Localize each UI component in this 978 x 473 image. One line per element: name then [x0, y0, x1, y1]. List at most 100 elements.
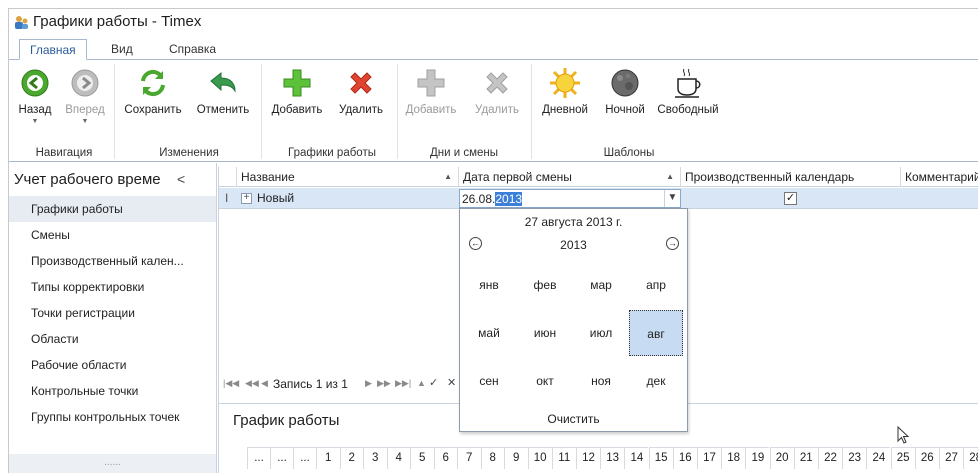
day-template-label: Дневной — [542, 104, 588, 116]
month-sep[interactable]: сен — [462, 358, 516, 404]
column-date-label: Дата первой смены — [463, 170, 572, 184]
night-template-label: Ночной — [605, 104, 645, 116]
save-label: Сохранить — [124, 104, 182, 116]
add-schedule-button[interactable]: Добавить — [267, 66, 327, 116]
day-header-cell: 19 — [745, 447, 770, 469]
nav-item-schedules[interactable]: Графики работы — [9, 196, 216, 222]
add-schedule-label: Добавить — [271, 104, 323, 116]
date-editor[interactable]: 26.08.2013 ▼ — [459, 189, 681, 208]
nav-item-correction-types[interactable]: Типы корректировки — [9, 274, 216, 300]
chevron-down-icon: ▼ — [81, 118, 89, 125]
column-header-production-calendar[interactable]: Производственный календарь — [681, 167, 901, 187]
next-record-icon[interactable]: ▶ — [365, 378, 372, 389]
tab-help[interactable]: Справка — [159, 39, 226, 60]
group-separator — [531, 64, 532, 159]
expand-icon[interactable]: + — [241, 193, 252, 204]
day-header-cell: 9 — [504, 447, 528, 469]
grid-header: Название ▲ Дата первой смены ▲ Производс… — [219, 167, 978, 187]
column-name-label: Название — [241, 170, 295, 184]
column-header-name[interactable]: Название ▲ — [237, 167, 459, 187]
prev-record-icon[interactable]: ◀ — [261, 378, 268, 389]
month-dec[interactable]: дек — [629, 358, 683, 404]
month-jul[interactable]: июл — [574, 310, 628, 356]
title-bar: Графики работы - Timex — [9, 9, 978, 36]
sun-icon — [548, 66, 582, 100]
add-day-button[interactable]: Добавить — [401, 66, 461, 116]
prev-page-icon[interactable]: ◀◀ — [245, 378, 259, 389]
last-record-icon[interactable]: ▶▶| — [395, 378, 411, 389]
save-button[interactable]: Сохранить — [121, 66, 185, 116]
nav-splitter-grip[interactable]: ...... — [9, 454, 216, 473]
free-template-button[interactable]: Свободный — [655, 66, 721, 116]
day-header-cell: 23 — [842, 447, 867, 469]
day-header-cell: 8 — [480, 447, 504, 469]
back-button[interactable]: Назад ▼ — [13, 66, 57, 125]
first-record-icon[interactable]: |◀◀ — [223, 378, 239, 389]
delete-day-label: Удалить — [475, 104, 519, 116]
clear-button[interactable]: Очистить — [460, 412, 687, 426]
nav-header-title: Учет рабочего време — [14, 171, 161, 188]
cancel-edit-icon[interactable]: ✕ — [447, 376, 456, 389]
nav-item-work-areas[interactable]: Рабочие области — [9, 352, 216, 378]
day-header-cell: 26 — [914, 447, 939, 469]
day-header-cell: 22 — [817, 447, 843, 469]
cell-name[interactable]: Новый — [257, 191, 294, 205]
column-header-first-shift-date[interactable]: Дата первой смены ▲ — [459, 167, 681, 187]
nav-item-control-points[interactable]: Контрольные точки — [9, 378, 216, 404]
day-header-cell: 6 — [433, 447, 457, 469]
group-separator — [114, 64, 115, 159]
undo-label: Отменить — [196, 104, 250, 116]
next-year-icon[interactable]: → — [666, 237, 679, 250]
day-header-cell: 12 — [575, 447, 601, 469]
nav-item-registration-points[interactable]: Точки регистрации — [9, 300, 216, 326]
month-nov[interactable]: ноя — [574, 358, 628, 404]
day-template-button[interactable]: Дневной — [537, 66, 593, 116]
calendar-checkbox[interactable]: ✓ — [784, 192, 797, 205]
nav-item-shifts[interactable]: Смены — [9, 222, 216, 248]
month-jun[interactable]: июн — [518, 310, 572, 356]
collapse-icon[interactable]: < — [177, 171, 185, 187]
group-separator — [397, 64, 398, 159]
coffee-cup-icon — [671, 66, 705, 100]
month-oct[interactable]: окт — [518, 358, 572, 404]
group-separator — [261, 64, 262, 159]
month-apr[interactable]: апр — [629, 262, 683, 308]
x-icon — [480, 66, 514, 100]
day-header-cell: 18 — [721, 447, 746, 469]
append-icon[interactable]: ▲ — [417, 378, 426, 388]
group-label-changes: Изменения — [159, 147, 219, 159]
undo-icon — [206, 66, 240, 100]
month-aug[interactable]: авг — [629, 310, 683, 356]
nav-item-areas[interactable]: Области — [9, 326, 216, 352]
tab-view[interactable]: Вид — [101, 39, 143, 60]
day-header-cell: 21 — [793, 447, 818, 469]
day-header-cell: 4 — [386, 447, 410, 469]
month-may[interactable]: май — [462, 310, 516, 356]
night-template-button[interactable]: Ночной — [599, 66, 651, 116]
nav-item-production-calendar[interactable]: Производственный кален... — [9, 248, 216, 274]
tab-home[interactable]: Главная — [19, 39, 87, 60]
moon-icon — [608, 66, 642, 100]
nav-item-control-point-groups[interactable]: Группы контрольных точек — [9, 404, 216, 430]
check-icon[interactable]: ✓ — [429, 376, 438, 389]
record-counter: Запись 1 из 1 — [273, 377, 348, 391]
delete-schedule-button[interactable]: Удалить — [333, 66, 389, 116]
delete-day-button[interactable]: Удалить — [469, 66, 525, 116]
day-header-cell: 15 — [648, 447, 673, 469]
window-title: Графики работы - Timex — [33, 13, 202, 30]
chevron-down-icon[interactable]: ▼ — [664, 190, 680, 207]
forward-button[interactable]: Вперед ▼ — [61, 66, 109, 125]
month-mar[interactable]: мар — [574, 262, 628, 308]
undo-button[interactable]: Отменить — [193, 66, 253, 116]
month-jan[interactable]: янв — [462, 262, 516, 308]
month-feb[interactable]: фев — [518, 262, 572, 308]
day-header-cell: 3 — [363, 447, 387, 469]
next-page-icon[interactable]: ▶▶ — [377, 378, 391, 389]
day-header-cell: 7 — [457, 447, 481, 469]
sort-asc-icon: ▲ — [666, 172, 674, 181]
popup-full-date[interactable]: 27 августа 2013 г. — [460, 215, 687, 229]
day-header-cell: 16 — [672, 447, 697, 469]
free-template-label: Свободный — [657, 104, 719, 116]
column-header-comment[interactable]: Комментарий — [901, 167, 978, 187]
table-row[interactable]: I + Новый 26.08.2013 ▼ ✓ — [219, 188, 978, 209]
